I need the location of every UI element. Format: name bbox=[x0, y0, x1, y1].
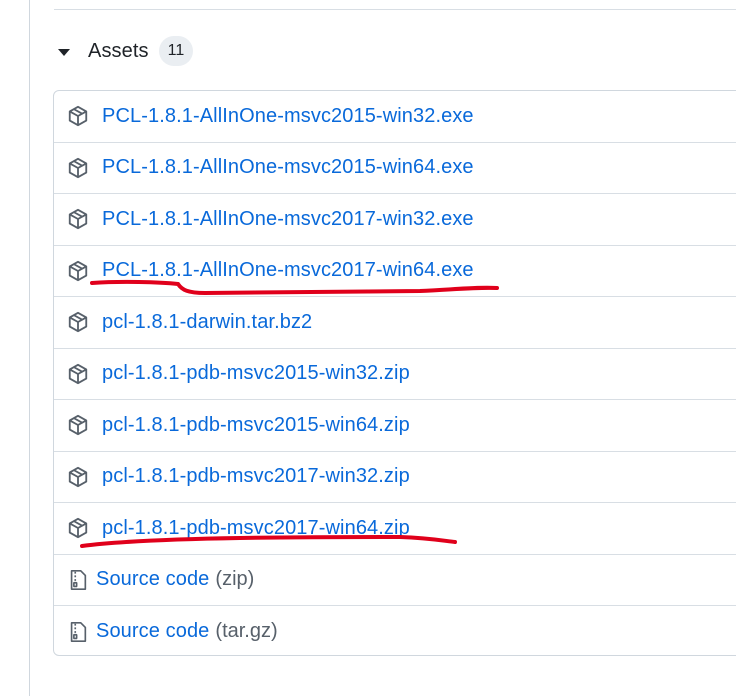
source-format-label: (zip) bbox=[215, 568, 255, 591]
asset-link[interactable]: PCL-1.8.1-AllInOne-msvc2017-win64.exe bbox=[102, 259, 474, 282]
source-code-row: Source code (tar.gz) bbox=[54, 606, 736, 655]
divider bbox=[54, 9, 736, 10]
asset-link[interactable]: pcl-1.8.1-pdb-msvc2017-win32.zip bbox=[102, 465, 410, 488]
asset-link[interactable]: pcl-1.8.1-darwin.tar.bz2 bbox=[102, 311, 312, 334]
asset-row: pcl-1.8.1-pdb-msvc2017-win32.zip bbox=[54, 452, 736, 503]
package-icon bbox=[67, 260, 89, 282]
source-code-row: Source code (zip) bbox=[54, 555, 736, 606]
package-icon bbox=[67, 363, 89, 385]
package-icon bbox=[67, 208, 89, 230]
asset-link[interactable]: pcl-1.8.1-pdb-msvc2015-win32.zip bbox=[102, 362, 410, 385]
asset-link[interactable]: PCL-1.8.1-AllInOne-msvc2017-win32.exe bbox=[102, 208, 474, 231]
asset-row: pcl-1.8.1-pdb-msvc2015-win32.zip bbox=[54, 349, 736, 400]
assets-list: PCL-1.8.1-AllInOne-msvc2015-win32.exe PC… bbox=[53, 90, 736, 656]
package-icon bbox=[67, 105, 89, 127]
asset-row: pcl-1.8.1-pdb-msvc2017-win64.zip bbox=[54, 503, 736, 555]
asset-row: pcl-1.8.1-pdb-msvc2015-win64.zip bbox=[54, 400, 736, 452]
asset-link[interactable]: pcl-1.8.1-pdb-msvc2017-win64.zip bbox=[102, 517, 410, 540]
package-icon bbox=[67, 157, 89, 179]
asset-link[interactable]: PCL-1.8.1-AllInOne-msvc2015-win64.exe bbox=[102, 156, 474, 179]
file-zip-icon bbox=[67, 569, 89, 591]
caret-down-icon bbox=[58, 48, 70, 56]
package-icon bbox=[67, 466, 89, 488]
assets-count-badge: 11 bbox=[158, 36, 194, 66]
asset-link[interactable]: PCL-1.8.1-AllInOne-msvc2015-win32.exe bbox=[102, 105, 474, 128]
package-icon bbox=[67, 517, 89, 539]
asset-row: PCL-1.8.1-AllInOne-msvc2015-win64.exe bbox=[54, 143, 736, 194]
source-format-label: (tar.gz) bbox=[215, 620, 278, 643]
asset-link[interactable]: pcl-1.8.1-pdb-msvc2015-win64.zip bbox=[102, 414, 410, 437]
asset-row: PCL-1.8.1-AllInOne-msvc2015-win32.exe bbox=[54, 91, 736, 143]
asset-row: PCL-1.8.1-AllInOne-msvc2017-win32.exe bbox=[54, 194, 736, 246]
package-icon bbox=[67, 311, 89, 333]
source-code-targz-link[interactable]: Source code bbox=[96, 620, 209, 643]
assets-toggle[interactable]: Assets 11 bbox=[58, 34, 194, 68]
file-zip-icon bbox=[67, 621, 89, 643]
assets-title: Assets bbox=[88, 39, 149, 62]
release-page: Assets 11 PCL-1.8.1-AllInOne-msvc2015-wi… bbox=[0, 0, 736, 696]
package-icon bbox=[67, 414, 89, 436]
source-code-zip-link[interactable]: Source code bbox=[96, 568, 209, 591]
asset-row: PCL-1.8.1-AllInOne-msvc2017-win64.exe bbox=[54, 246, 736, 297]
asset-row: pcl-1.8.1-darwin.tar.bz2 bbox=[54, 297, 736, 349]
